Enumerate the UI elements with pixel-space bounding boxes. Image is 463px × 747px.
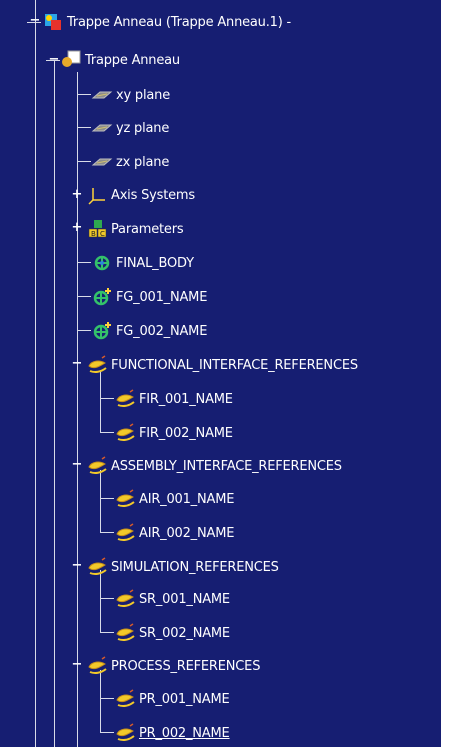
- geometrical-set-icon: [114, 488, 136, 510]
- tree-node-label: xy plane: [116, 87, 170, 103]
- geometrical-set-icon: [86, 455, 108, 477]
- tree-node-label: Axis Systems: [111, 187, 195, 203]
- tree-node-air-001[interactable]: AIR_001_NAME: [114, 486, 234, 512]
- geometrical-set-icon: [86, 655, 108, 677]
- tree-node-xy-plane[interactable]: xy plane: [91, 82, 170, 108]
- tree-node-label: SR_002_NAME: [139, 625, 230, 641]
- tree-node-yz-plane[interactable]: yz plane: [91, 115, 169, 141]
- tree-node-sr-001[interactable]: SR_001_NAME: [114, 586, 230, 612]
- tree-node-label: SR_001_NAME: [139, 591, 230, 607]
- geometrical-set-icon: [86, 556, 108, 578]
- plane-icon: [91, 84, 113, 106]
- tree-node-label: zx plane: [116, 154, 170, 170]
- tree-node-functional-interface-references[interactable]: FUNCTIONAL_INTERFACE_REFERENCES: [86, 352, 358, 378]
- tree-connector: [54, 60, 55, 747]
- tree-connector: [100, 370, 101, 432]
- plane-icon: [91, 151, 113, 173]
- tree-node-label: AIR_001_NAME: [139, 491, 235, 507]
- collapse-toggle[interactable]: −: [72, 559, 83, 572]
- tree-node-assembly-interface-references[interactable]: ASSEMBLY_INTERFACE_REFERENCES: [86, 453, 342, 479]
- tree-connector: [100, 498, 114, 499]
- axis-system-icon: [86, 184, 108, 206]
- geometrical-set-icon: [114, 388, 136, 410]
- tree-connector: [100, 670, 101, 732]
- tree-connector: [77, 262, 91, 263]
- svg-text:C: C: [100, 230, 105, 238]
- tree-connector: [77, 296, 91, 297]
- tree-connector: [35, 0, 36, 747]
- tree-connector: [100, 398, 114, 399]
- tree-node-label: FG_002_NAME: [116, 323, 208, 339]
- tree-node-label: FIR_001_NAME: [139, 391, 233, 407]
- tree-node-label: FINAL_BODY: [116, 255, 194, 271]
- tree-connector: [100, 632, 114, 633]
- geometrical-set-icon: [114, 522, 136, 544]
- expand-toggle[interactable]: +: [72, 221, 83, 234]
- plane-icon: [91, 117, 113, 139]
- tree-node-label: FIR_002_NAME: [139, 425, 233, 441]
- tree-connector: [77, 161, 91, 162]
- tree-node-sr-002[interactable]: SR_002_NAME: [114, 620, 230, 646]
- tree-node-simulation-references[interactable]: SIMULATION_REFERENCES: [86, 554, 279, 580]
- tree-node-label: FG_001_NAME: [116, 289, 208, 305]
- collapse-toggle[interactable]: −: [72, 658, 83, 671]
- tree-node-label: yz plane: [116, 120, 170, 136]
- tree-connector: [77, 127, 91, 128]
- tree-node-label: PROCESS_REFERENCES: [111, 658, 261, 674]
- tree-connector: [100, 532, 114, 533]
- expand-toggle[interactable]: +: [72, 188, 83, 201]
- tree-node-label: Trappe Anneau (Trappe Anneau.1) -: [67, 14, 292, 30]
- body-add-icon: [91, 286, 113, 308]
- tree-connector: [100, 470, 101, 532]
- geometrical-set-icon: [114, 722, 136, 744]
- tree-node-fg-001[interactable]: FG_001_NAME: [91, 284, 207, 310]
- part-icon: [60, 49, 82, 71]
- geometrical-set-icon: [114, 588, 136, 610]
- svg-text:B: B: [91, 230, 96, 238]
- tree-node-fg-002[interactable]: FG_002_NAME: [91, 318, 207, 344]
- product-icon: [42, 11, 64, 33]
- tree-node-pr-001[interactable]: PR_001_NAME: [114, 686, 230, 712]
- tree-node-axis-systems[interactable]: Axis Systems: [86, 182, 195, 208]
- tree-node-final-body[interactable]: FINAL_BODY: [91, 250, 194, 276]
- tree-node-label: Trappe Anneau: [85, 52, 180, 68]
- collapse-toggle[interactable]: −: [72, 458, 83, 471]
- tree-node-label: PR_002_NAME: [139, 725, 230, 741]
- tree-node-root-product[interactable]: Trappe Anneau (Trappe Anneau.1) -: [42, 9, 291, 35]
- geometrical-set-icon: [114, 688, 136, 710]
- tree-node-fir-002[interactable]: FIR_002_NAME: [114, 420, 233, 446]
- tree-connector: [77, 330, 91, 331]
- tree-node-label: Parameters: [111, 221, 184, 237]
- tree-connector: [100, 598, 114, 599]
- tree-connector: [100, 732, 114, 733]
- specification-tree: − − + + − − − − Trappe Anneau (Trappe An…: [0, 0, 463, 747]
- tree-node-part[interactable]: Trappe Anneau: [60, 47, 180, 73]
- tree-node-zx-plane[interactable]: zx plane: [91, 149, 169, 175]
- tree-node-label: FUNCTIONAL_INTERFACE_REFERENCES: [111, 357, 358, 373]
- tree-connector: [100, 432, 114, 433]
- tree-connector: [100, 698, 114, 699]
- tree-connector: [77, 94, 91, 95]
- tree-node-process-references[interactable]: PROCESS_REFERENCES: [86, 653, 260, 679]
- tree-node-air-002[interactable]: AIR_002_NAME: [114, 520, 234, 546]
- body-add-icon: [91, 320, 113, 342]
- tree-node-fir-001[interactable]: FIR_001_NAME: [114, 386, 233, 412]
- collapse-toggle[interactable]: −: [49, 53, 60, 66]
- geometrical-set-icon: [114, 622, 136, 644]
- collapse-toggle[interactable]: −: [30, 14, 41, 27]
- geometrical-set-icon: [86, 354, 108, 376]
- parameters-icon: BC: [86, 218, 108, 240]
- tree-node-parameters[interactable]: BC Parameters: [86, 216, 184, 242]
- body-icon: [91, 252, 113, 274]
- geometrical-set-icon: [114, 422, 136, 444]
- tree-node-label: PR_001_NAME: [139, 691, 230, 707]
- collapse-toggle[interactable]: −: [72, 357, 83, 370]
- tree-connector: [77, 72, 78, 747]
- tree-node-label: ASSEMBLY_INTERFACE_REFERENCES: [111, 458, 342, 474]
- tree-node-label: SIMULATION_REFERENCES: [111, 559, 279, 575]
- tree-node-pr-002[interactable]: PR_002_NAME: [114, 720, 230, 746]
- tree-node-label: AIR_002_NAME: [139, 525, 235, 541]
- tree-right-margin: [441, 0, 463, 747]
